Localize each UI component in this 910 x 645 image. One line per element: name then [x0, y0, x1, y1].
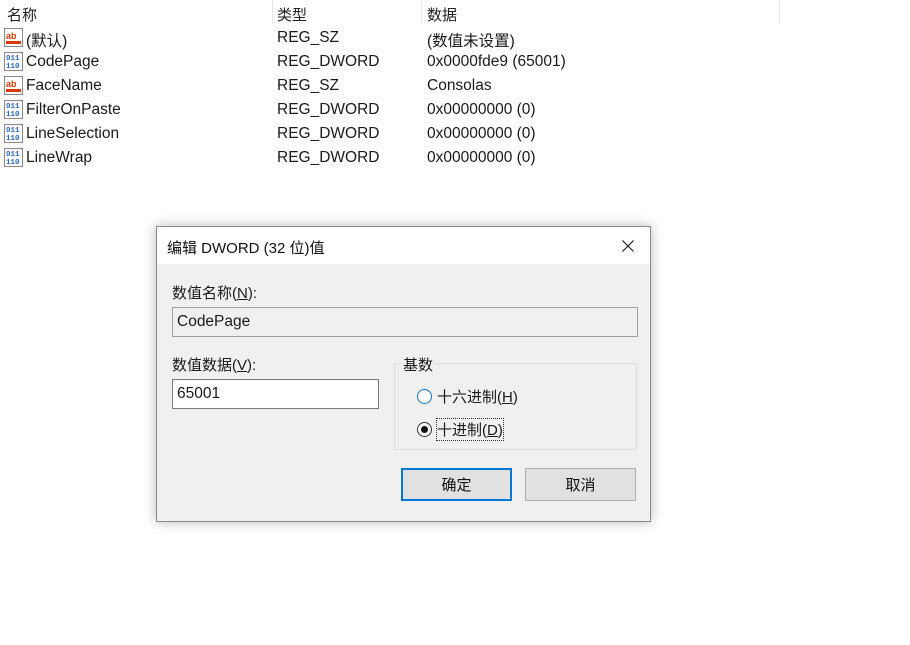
value-type: REG_DWORD [277, 53, 380, 70]
binary-value-icon: 011 110 [4, 148, 23, 167]
svg-text:110: 110 [6, 111, 20, 119]
dialog-title: 编辑 DWORD (32 位)值 [167, 240, 325, 257]
dialog-titlebar[interactable]: 编辑 DWORD (32 位)值 [157, 227, 650, 264]
value-data-input[interactable] [172, 379, 379, 409]
radio-dec-circle[interactable] [417, 422, 432, 437]
svg-text:110: 110 [6, 135, 20, 143]
value-data: 0x00000000 (0) [427, 149, 536, 166]
string-value-icon: ab [4, 76, 23, 95]
column-header-name[interactable]: 名称 [7, 4, 37, 25]
close-button[interactable] [606, 227, 650, 264]
binary-value-icon: 011 110 [4, 52, 23, 71]
base-groupbox: 基数 十六进制(H) 十进制(D) [394, 354, 637, 450]
svg-text:011: 011 [6, 127, 20, 135]
value-name: CodePage [26, 53, 100, 70]
value-type: REG_DWORD [277, 149, 380, 166]
table-row[interactable]: ab (默认) REG_SZ (数值未设置) [0, 26, 780, 50]
column-separator[interactable] [421, 0, 422, 24]
svg-text:011: 011 [6, 151, 20, 159]
value-data: Consolas [427, 77, 492, 94]
radio-hex-circle[interactable] [417, 389, 432, 404]
string-value-icon: ab [4, 28, 23, 47]
svg-text:110: 110 [6, 63, 20, 71]
value-data: 0x00000000 (0) [427, 125, 536, 142]
edit-dword-dialog: 编辑 DWORD (32 位)值 数值名称(N): CodePage 数值数据(… [156, 226, 651, 522]
value-type: REG_SZ [277, 29, 340, 46]
value-data-label: 数值数据(V): [172, 357, 257, 374]
list-header: 名称 类型 数据 [0, 0, 780, 26]
cancel-button[interactable]: 取消 [525, 468, 636, 501]
table-row[interactable]: 011 110 LineSelection REG_DWORD 0x000000… [0, 122, 780, 146]
value-name-label: 数值名称(N): [172, 285, 258, 302]
value-name: (默认) [26, 33, 68, 50]
column-separator[interactable] [272, 0, 273, 24]
column-header-type[interactable]: 类型 [277, 4, 307, 25]
value-name: FilterOnPaste [26, 101, 121, 118]
value-name: LineSelection [26, 125, 120, 142]
svg-text:ab: ab [6, 79, 17, 89]
svg-text:ab: ab [6, 31, 17, 41]
value-data: 0x00000000 (0) [427, 101, 536, 118]
radio-hexadecimal[interactable]: 十六进制(H) [417, 386, 518, 407]
svg-text:110: 110 [6, 159, 20, 167]
registry-value-list: ab (默认) REG_SZ (数值未设置) 011 110 CodePage … [0, 26, 780, 170]
binary-value-icon: 011 110 [4, 124, 23, 143]
table-row[interactable]: 011 110 FilterOnPaste REG_DWORD 0x000000… [0, 98, 780, 122]
close-icon [622, 239, 634, 252]
radio-decimal[interactable]: 十进制(D) [417, 418, 504, 441]
value-type: REG_SZ [277, 77, 340, 94]
radio-hex-label: 十六进制(H) [437, 389, 518, 406]
value-name-field[interactable]: CodePage [172, 307, 638, 337]
value-type: REG_DWORD [277, 125, 380, 142]
value-name: LineWrap [26, 149, 93, 166]
table-row[interactable]: 011 110 LineWrap REG_DWORD 0x00000000 (0… [0, 146, 780, 170]
table-row[interactable]: ab FaceName REG_SZ Consolas [0, 74, 780, 98]
value-data: 0x0000fde9 (65001) [427, 53, 566, 70]
binary-value-icon: 011 110 [4, 100, 23, 119]
svg-text:011: 011 [6, 55, 20, 63]
column-separator[interactable] [779, 0, 780, 24]
value-name: FaceName [26, 77, 102, 94]
svg-text:011: 011 [6, 103, 20, 111]
column-header-data[interactable]: 数据 [427, 4, 457, 25]
radio-dec-label: 十进制(D) [436, 418, 504, 441]
table-row[interactable]: 011 110 CodePage REG_DWORD 0x0000fde9 (6… [0, 50, 780, 74]
base-label: 基数 [401, 354, 436, 375]
value-type: REG_DWORD [277, 101, 380, 118]
value-data: (数值未设置) [427, 33, 515, 50]
ok-button[interactable]: 确定 [401, 468, 512, 501]
